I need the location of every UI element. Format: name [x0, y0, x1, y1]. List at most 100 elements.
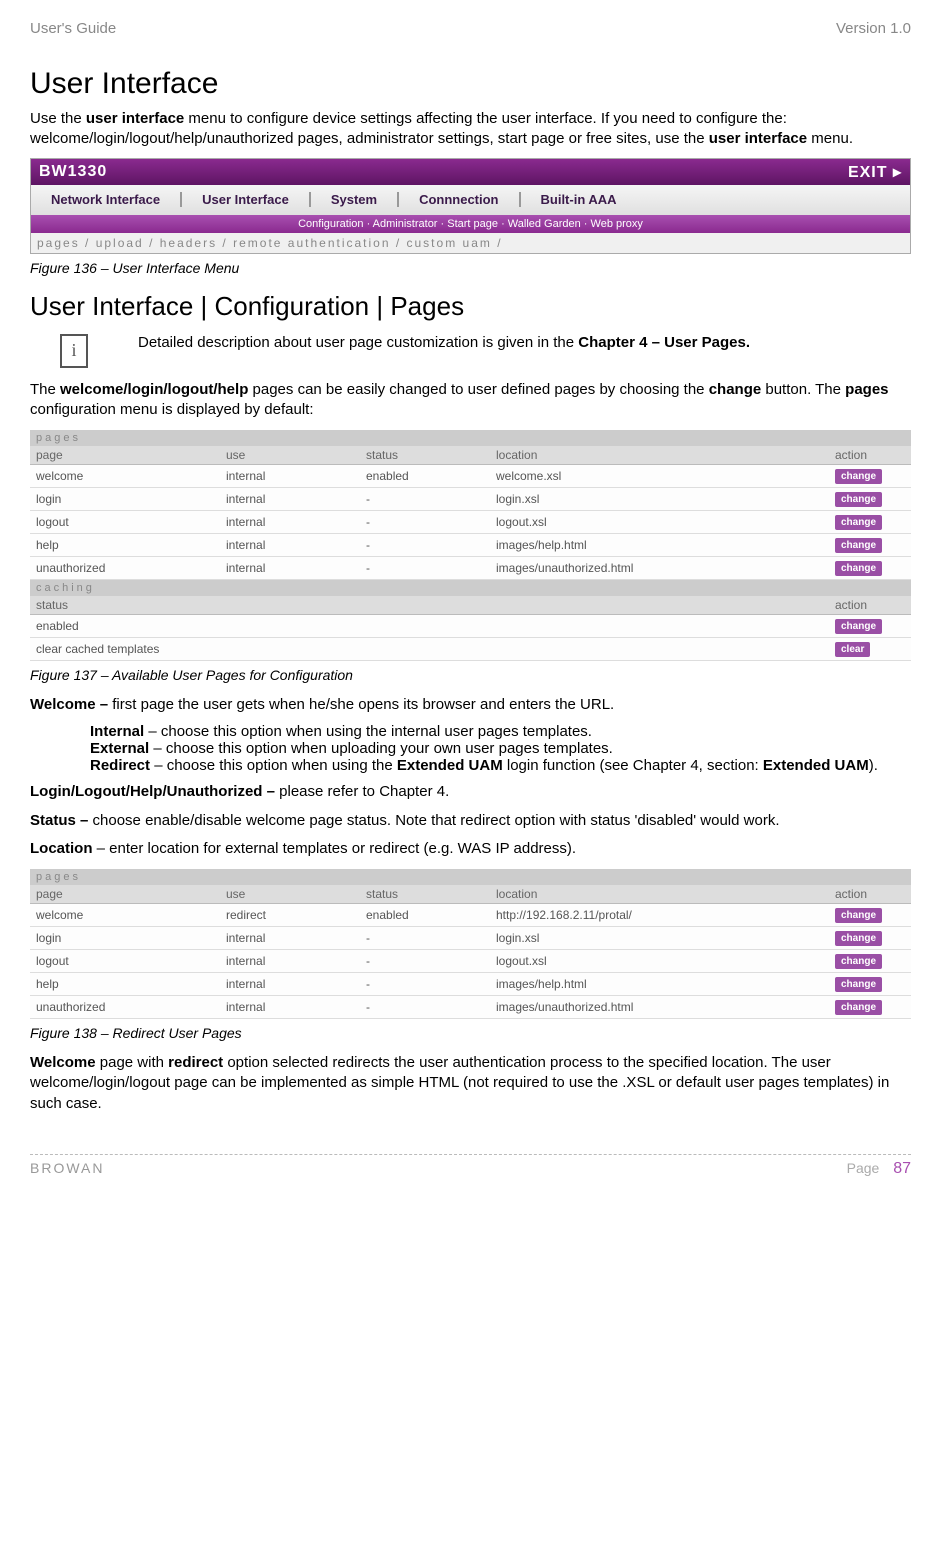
cell-action: change	[835, 907, 905, 923]
text-bold: user interface	[86, 110, 184, 127]
nav-breadcrumb: pages / upload / headers / remote authen…	[31, 233, 910, 253]
change-button[interactable]: change	[835, 977, 882, 992]
cell-status: -	[366, 931, 496, 945]
cell-action: change	[835, 953, 905, 969]
text-bold: Internal	[90, 723, 144, 740]
text-bold: External	[90, 740, 149, 757]
cell-location: http://192.168.2.11/protal/	[496, 908, 835, 922]
cell-page: logout	[36, 515, 226, 529]
cell-status: clear cached templates	[36, 642, 835, 656]
option-external: External – choose this option when uploa…	[90, 740, 911, 757]
change-button[interactable]: change	[835, 538, 882, 553]
change-button[interactable]: change	[835, 954, 882, 969]
table1-head: page use status location action	[30, 446, 911, 465]
nav-screenshot: BW1330 EXIT ▸ Network Interface User Int…	[30, 158, 911, 254]
nav-tab-builtin-aaa[interactable]: Built-in AAA	[521, 192, 637, 207]
text-bold: Extended UAM	[397, 757, 503, 774]
text-bold: Status –	[30, 812, 93, 829]
welcome-description: Welcome – first page the user gets when …	[30, 695, 911, 715]
footer-page-label: Page	[847, 1160, 880, 1176]
llhu-line: Login/Logout/Help/Unauthorized – please …	[30, 782, 911, 802]
cell-action: change	[835, 618, 905, 634]
cell-use: internal	[226, 515, 366, 529]
cell-page: login	[36, 492, 226, 506]
text-bold: Chapter 4 – User Pages.	[578, 334, 750, 351]
col-action: action	[835, 448, 905, 462]
text-bold: Login/Logout/Help/Unauthorized –	[30, 783, 279, 800]
cell-use: redirect	[226, 908, 366, 922]
nav-tabs: Network Interface User Interface System …	[31, 185, 910, 215]
change-button[interactable]: change	[835, 908, 882, 923]
cell-status: enabled	[36, 619, 835, 633]
page-header: User's Guide Version 1.0	[30, 20, 911, 37]
text: – choose this option when uploading your…	[149, 740, 613, 757]
change-button[interactable]: change	[835, 619, 882, 634]
cell-action: change	[835, 560, 905, 576]
table-row: unauthorized internal - images/unauthori…	[30, 996, 911, 1019]
text: login function (see Chapter 4, section:	[503, 757, 763, 774]
col-page: page	[36, 448, 226, 462]
option-redirect: Redirect – choose this option when using…	[90, 757, 911, 774]
caching-head: status action	[30, 596, 911, 615]
table-row: help internal - images/help.html change	[30, 534, 911, 557]
nav-tab-system[interactable]: System	[311, 192, 399, 207]
nav-tab-connection[interactable]: Connnection	[399, 192, 520, 207]
cell-use: internal	[226, 561, 366, 575]
table-row: unauthorized internal - images/unauthori…	[30, 557, 911, 580]
clear-button[interactable]: clear	[835, 642, 870, 657]
cell-status: -	[366, 561, 496, 575]
col-use: use	[226, 448, 366, 462]
nav-tab-network[interactable]: Network Interface	[31, 192, 182, 207]
table2-title: pages	[30, 869, 911, 885]
cell-action: change	[835, 930, 905, 946]
table-row: login internal - login.xsl change	[30, 927, 911, 950]
text-bold: welcome/login/logout/help	[60, 381, 248, 398]
col-page: page	[36, 887, 226, 901]
col-location: location	[496, 448, 835, 462]
info-callout: i Detailed description about user page c…	[30, 334, 911, 368]
cell-use: internal	[226, 469, 366, 483]
cell-location: images/help.html	[496, 538, 835, 552]
status-line: Status – choose enable/disable welcome p…	[30, 811, 911, 831]
text-bold: Extended UAM	[763, 757, 869, 774]
cell-page: login	[36, 931, 226, 945]
text-bold: Welcome –	[30, 696, 112, 713]
cell-location: login.xsl	[496, 492, 835, 506]
table1-title: pages	[30, 430, 911, 446]
cell-status: -	[366, 492, 496, 506]
pages-table-1: pages page use status location action we…	[30, 430, 911, 661]
change-button[interactable]: change	[835, 931, 882, 946]
page-footer: BROWAN Page 87	[30, 1154, 911, 1178]
nav-submenu: Configuration · Administrator · Start pa…	[31, 215, 910, 233]
change-button[interactable]: change	[835, 469, 882, 484]
cell-action: change	[835, 468, 905, 484]
text-bold: redirect	[168, 1054, 223, 1071]
text: Detailed description about user page cus…	[138, 334, 578, 351]
text: – choose this option when using the inte…	[144, 723, 592, 740]
table-row: logout internal - logout.xsl change	[30, 511, 911, 534]
nav-exit[interactable]: EXIT ▸	[848, 162, 902, 182]
col-use: use	[226, 887, 366, 901]
cell-action: clear	[835, 641, 905, 657]
change-button[interactable]: change	[835, 1000, 882, 1015]
change-button[interactable]: change	[835, 492, 882, 507]
col-status: status	[366, 887, 496, 901]
pages-table-2: pages page use status location action we…	[30, 869, 911, 1019]
table-row: logout internal - logout.xsl change	[30, 950, 911, 973]
nav-topbar: BW1330 EXIT ▸	[31, 159, 910, 185]
cell-status: -	[366, 515, 496, 529]
footer-page: Page 87	[847, 1160, 911, 1178]
para-welcome-pages: The welcome/login/logout/help pages can …	[30, 380, 911, 421]
cell-page: help	[36, 538, 226, 552]
location-line: Location – enter location for external t…	[30, 839, 911, 859]
cell-page: welcome	[36, 908, 226, 922]
nav-tab-userinterface[interactable]: User Interface	[182, 192, 311, 207]
cell-status: enabled	[366, 469, 496, 483]
text: pages can be easily changed to user defi…	[248, 381, 708, 398]
change-button[interactable]: change	[835, 515, 882, 530]
table-row: welcome internal enabled welcome.xsl cha…	[30, 465, 911, 488]
cell-status: -	[366, 977, 496, 991]
text: The	[30, 381, 60, 398]
info-icon: i	[60, 334, 88, 368]
change-button[interactable]: change	[835, 561, 882, 576]
